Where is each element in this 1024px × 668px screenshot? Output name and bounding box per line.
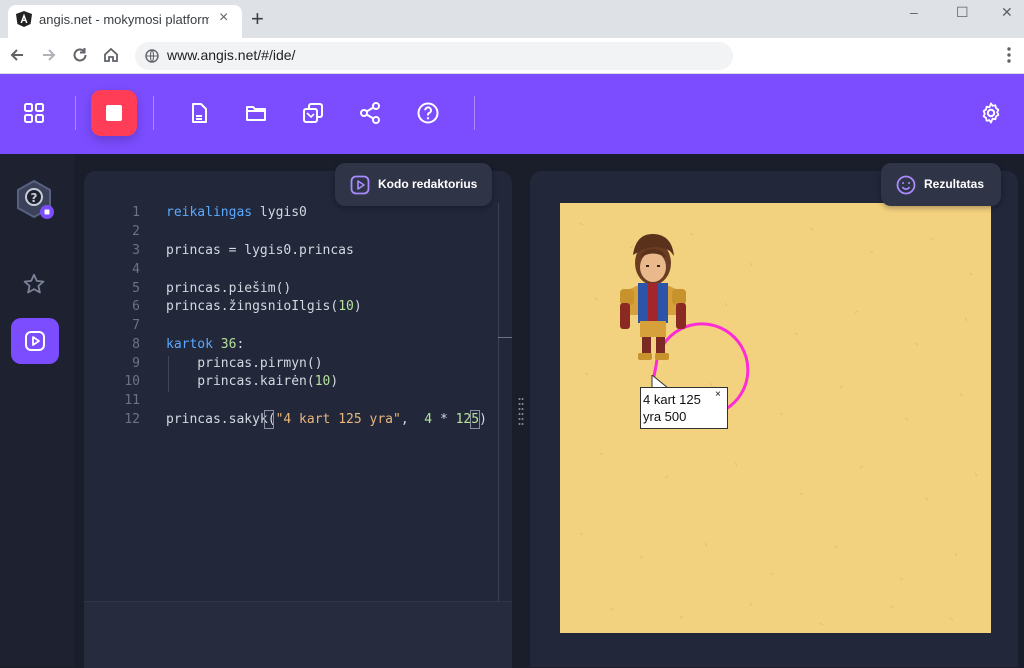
smiley-icon xyxy=(896,175,916,195)
code-keyword: kartok xyxy=(166,337,213,352)
play-icon xyxy=(25,331,45,351)
line-number: 4 xyxy=(132,262,140,277)
new-file-icon[interactable] xyxy=(187,101,211,125)
speech-bubble-close-icon[interactable]: × xyxy=(715,389,721,400)
game-canvas[interactable] xyxy=(560,203,991,633)
code-string: "4 kart 125 yra" xyxy=(275,412,401,427)
speech-bubble-text: yra 500 xyxy=(643,409,687,424)
grid-icon[interactable] xyxy=(22,101,46,125)
code-text: * xyxy=(432,412,456,427)
reload-icon[interactable] xyxy=(71,46,89,64)
browser-menu-icon[interactable] xyxy=(1004,46,1014,64)
line-number: 2 xyxy=(132,224,140,239)
editor-scrollbar-track[interactable] xyxy=(498,203,499,601)
stop-icon xyxy=(106,105,122,121)
editor-console xyxy=(84,601,512,668)
speech-bubble-text: 4 kart 125 xyxy=(643,392,701,407)
code-text: princas.žingsnioIlgis( xyxy=(166,299,339,314)
code-line[interactable]: princas.žingsnioIlgis(10) xyxy=(166,299,362,314)
code-number: 10 xyxy=(338,299,354,314)
line-number: 1 xyxy=(132,205,140,220)
settings-icon[interactable] xyxy=(979,101,1003,125)
code-text: ) xyxy=(353,299,362,314)
tab-result-label: Rezultatas xyxy=(924,177,985,191)
line-number: 9 xyxy=(132,356,140,371)
angular-favicon-icon xyxy=(16,11,32,27)
code-text: ) xyxy=(479,412,487,427)
toolbar-divider xyxy=(153,96,154,130)
folder-icon[interactable] xyxy=(244,101,268,125)
level-badge-icon[interactable]: ? xyxy=(14,179,56,221)
forward-icon[interactable] xyxy=(40,46,58,64)
panel-resize-handle[interactable] xyxy=(518,397,524,427)
tab-code-editor-label: Kodo redaktorius xyxy=(378,177,478,191)
code-text: lygis0 xyxy=(252,205,307,220)
line-number: 11 xyxy=(124,393,140,408)
code-number: 36 xyxy=(220,337,237,352)
code-line[interactable]: kartok 36: xyxy=(166,337,244,352)
side-rail xyxy=(0,154,74,667)
code-line[interactable]: princas.kairėn(10) xyxy=(166,374,338,389)
line-number: 8 xyxy=(132,337,140,352)
line-number: 7 xyxy=(132,318,140,333)
bracket-match-highlight xyxy=(264,410,274,429)
line-number: 6 xyxy=(132,299,140,314)
star-icon[interactable] xyxy=(22,272,46,296)
svg-text:?: ? xyxy=(31,191,38,205)
code-text: , xyxy=(400,412,425,427)
share-icon[interactable] xyxy=(358,101,382,125)
code-line[interactable]: reikalingas lygis0 xyxy=(166,205,307,220)
code-text: princas.sakyk( xyxy=(166,412,276,427)
editor-scroll-marker xyxy=(498,337,512,338)
bracket-match-highlight xyxy=(470,410,480,429)
close-window-button[interactable]: ✕ xyxy=(1001,4,1013,21)
code-line[interactable]: princas.pirmyn() xyxy=(166,356,322,371)
toolbar-divider xyxy=(75,96,76,130)
code-text: ) xyxy=(330,374,339,389)
line-number: 5 xyxy=(132,281,140,296)
maximize-button[interactable]: ☐ xyxy=(956,4,969,21)
code-number: 4 xyxy=(424,412,433,427)
line-number: 10 xyxy=(124,374,140,389)
url-text[interactable]: www.angis.net/#/ide/ xyxy=(167,47,295,63)
copy-icon[interactable] xyxy=(301,101,325,125)
code-text: : xyxy=(236,337,245,352)
new-tab-button[interactable]: + xyxy=(251,8,264,30)
code-line[interactable]: princas = lygis0.princas xyxy=(166,243,354,258)
code-text: princas.kairėn( xyxy=(166,374,315,389)
code-editor-nav-button[interactable] xyxy=(11,318,59,364)
minimize-button[interactable]: – xyxy=(910,4,918,20)
play-icon xyxy=(350,175,370,195)
code-keyword: reikalingas xyxy=(166,205,253,220)
help-icon[interactable] xyxy=(416,101,440,125)
code-line[interactable]: princas.sakyk("4 kart 125 yra", 4 * 125) xyxy=(166,412,487,427)
back-icon[interactable] xyxy=(8,46,26,64)
sand-texture xyxy=(579,222,978,626)
home-icon[interactable] xyxy=(102,46,120,64)
code-number: 10 xyxy=(314,374,331,389)
tab-close-icon[interactable]: × xyxy=(219,10,228,26)
code-line[interactable]: princas.piešim() xyxy=(166,281,291,296)
tab-title: angis.net - mokymosi platforma xyxy=(39,12,209,27)
line-number: 3 xyxy=(132,243,140,258)
prince-character xyxy=(620,233,686,360)
site-info-icon[interactable] xyxy=(145,49,159,63)
line-number: 12 xyxy=(124,412,140,427)
toolbar-divider xyxy=(474,96,475,130)
